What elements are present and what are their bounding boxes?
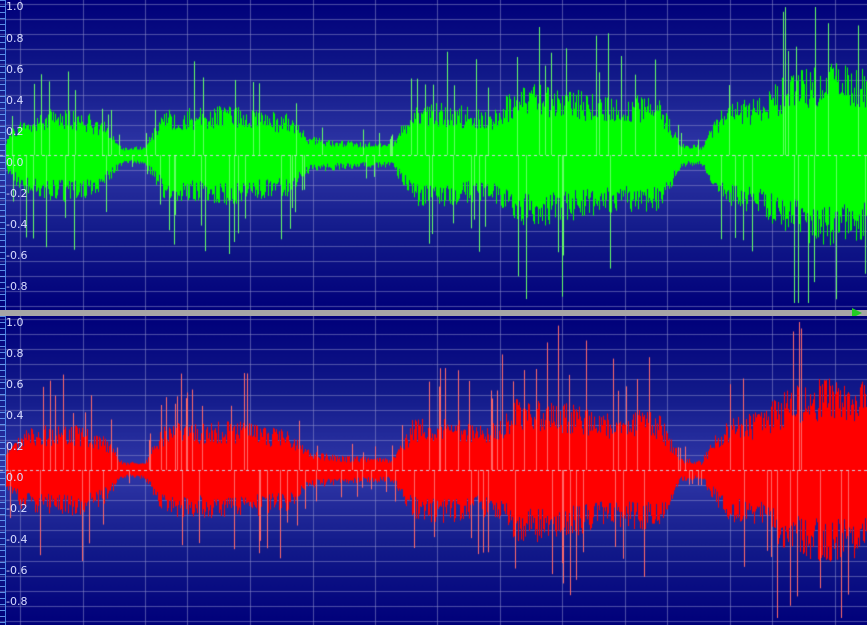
left-scale-label: 1.0 — [6, 0, 24, 13]
left-scale-label: -0.4 — [6, 218, 28, 231]
right-scale-label: 0.0 — [6, 471, 24, 484]
left-scale-label: -0.2 — [6, 187, 28, 200]
left-scale-label: 0.6 — [6, 63, 24, 76]
right-scale-label: -0.4 — [6, 533, 28, 546]
right-scale-label: -0.8 — [6, 595, 28, 608]
left-scale-label: -0.6 — [6, 249, 28, 262]
left-channel-canvas[interactable] — [0, 0, 867, 310]
right-channel-waveform[interactable]: 1.0 0.8 0.6 0.4 0.2 0.0 -0.2 -0.4 -0.6 -… — [0, 316, 867, 625]
left-scale-label: 0.0 — [6, 156, 24, 169]
left-scale-label: 0.8 — [6, 32, 24, 45]
right-scale-label: 0.8 — [6, 347, 24, 360]
left-scale-label: 0.2 — [6, 125, 24, 138]
right-scale-label: 1.0 — [6, 316, 24, 329]
right-scale-label: -0.6 — [6, 564, 28, 577]
right-channel-canvas[interactable] — [0, 316, 867, 625]
right-scale-label: 0.2 — [6, 440, 24, 453]
left-scale-label: 0.4 — [6, 94, 24, 107]
right-scale-label: 0.6 — [6, 378, 24, 391]
left-channel-ruler — [0, 0, 6, 310]
left-scale-label: -0.8 — [6, 280, 28, 293]
right-scale-label: 0.4 — [6, 409, 24, 422]
left-channel-waveform[interactable]: 1.0 0.8 0.6 0.4 0.2 0.0 -0.2 -0.4 -0.6 -… — [0, 0, 867, 310]
right-scale-label: -0.2 — [6, 502, 28, 515]
